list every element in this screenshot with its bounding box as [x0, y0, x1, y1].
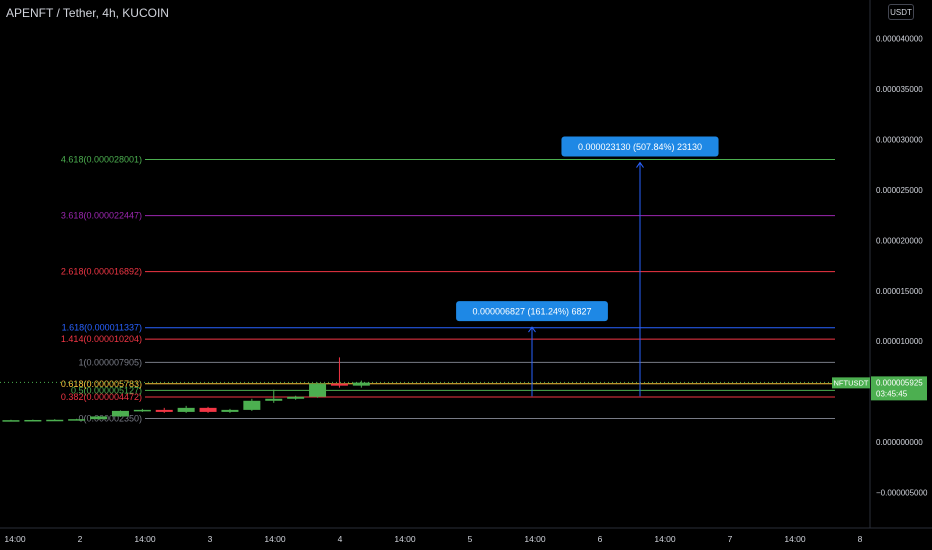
- last-price-tag: NFTUSDT 0.000005925 03:45:45: [832, 376, 927, 401]
- price-range-measurements[interactable]: 0.000006827 (161.24%) 6827 0.000023130 (5…: [456, 136, 719, 397]
- candle-body: [133, 409, 151, 412]
- x-tick-label: 14:00: [524, 534, 546, 544]
- x-tick-label: 3: [208, 534, 213, 544]
- fib-level-label: 2.618(0.000016892): [61, 267, 142, 277]
- candle-body: [199, 407, 217, 412]
- y-tick-label: 0.000040000: [876, 34, 923, 43]
- chart-title: APENFT / Tether, 4h, KUCOIN: [6, 6, 169, 20]
- candle-body: [309, 383, 327, 397]
- fib-level-label: 1.618(0.000011337): [62, 323, 142, 333]
- y-tick-label: 0.000000000: [876, 438, 923, 447]
- candle-body: [287, 396, 305, 399]
- candle-body: [330, 383, 348, 386]
- candle-body: [111, 410, 129, 417]
- currency-button[interactable]: USDT: [888, 4, 914, 20]
- fib-level-label: 4.618(0.000028001): [61, 155, 142, 165]
- x-tick-label: 6: [598, 534, 603, 544]
- x-tick-label: 8: [858, 534, 863, 544]
- y-tick-label: 0.000025000: [876, 186, 923, 195]
- candle-body: [352, 382, 370, 386]
- candle-body: [177, 407, 195, 412]
- x-tick-label: 2: [78, 534, 83, 544]
- y-tick-label: −0.000005000: [876, 489, 928, 498]
- y-tick-label: 0.000030000: [876, 135, 923, 144]
- fib-level-label: 0(0.000002350): [78, 413, 142, 423]
- y-tick-label: 0.000015000: [876, 287, 923, 296]
- x-tick-label: 14:00: [4, 534, 26, 544]
- x-tick-label: 14:00: [264, 534, 286, 544]
- fib-retracement[interactable]: 0(0.000002350)0.382(0.000004472)0.5(0.00…: [61, 155, 835, 424]
- x-tick-label: 14:00: [654, 534, 676, 544]
- price-axis[interactable]: 0.000040000 0.000035000 0.000030000 0.00002…: [876, 34, 928, 497]
- x-tick-label: 14:00: [134, 534, 156, 544]
- y-tick-label: 0.000035000: [876, 85, 923, 94]
- candle-body: [221, 409, 239, 412]
- price-chart[interactable]: 0(0.000002350)0.382(0.000004472)0.5(0.00…: [0, 0, 932, 550]
- x-tick-label: 7: [728, 534, 733, 544]
- fib-level-label: 0.618(0.000005783): [61, 379, 142, 389]
- fib-level-label: 1(0.000007905): [78, 357, 142, 367]
- fib-level-label: 1.414(0.000010204): [61, 334, 142, 344]
- measure-badge-text: 0.000006827 (161.24%) 6827: [472, 307, 591, 317]
- candle-body: [243, 400, 261, 410]
- y-tick-label: 0.000010000: [876, 337, 923, 346]
- candle-body: [90, 416, 108, 420]
- x-tick-label: 5: [468, 534, 473, 544]
- candle-body: [24, 419, 42, 422]
- symbol-tag-text: NFTUSDT: [834, 378, 869, 387]
- candle-body: [2, 420, 20, 422]
- time-axis[interactable]: 14:00 2 14:00 3 14:00 4 14:00 5 14:00 6 14:00 7 14:0…: [4, 534, 862, 544]
- x-tick-label: 14:00: [784, 534, 806, 544]
- measure-badge-text: 0.000023130 (507.84%) 23130: [578, 142, 702, 152]
- x-tick-label: 4: [338, 534, 343, 544]
- candle-body: [46, 419, 64, 422]
- price-tag-value: 0.000005925: [876, 378, 923, 387]
- candle-body: [265, 398, 283, 401]
- y-tick-label: 0.000020000: [876, 236, 923, 245]
- candle-body: [155, 409, 173, 412]
- candle-body: [68, 419, 86, 421]
- fib-level-label: 3.618(0.000022447): [61, 211, 142, 221]
- x-tick-label: 14:00: [394, 534, 416, 544]
- price-tag-countdown: 03:45:45: [876, 389, 908, 398]
